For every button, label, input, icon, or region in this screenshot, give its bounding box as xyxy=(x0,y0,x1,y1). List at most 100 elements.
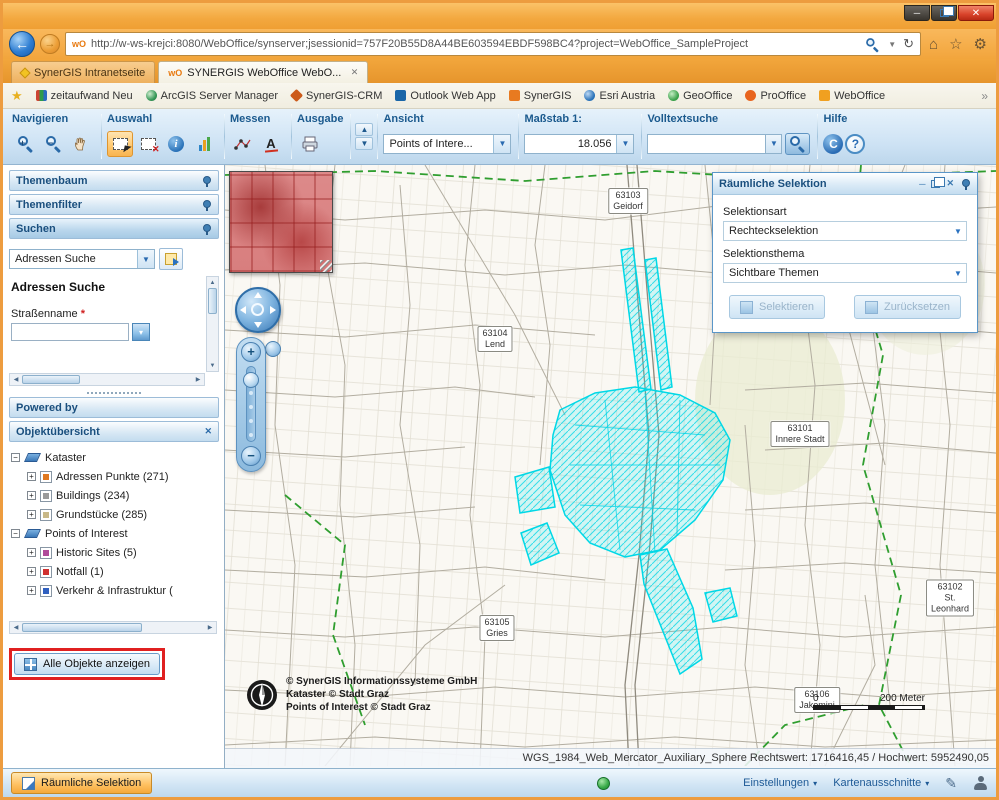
chevron-down-icon[interactable]: ▼ xyxy=(137,250,154,268)
form-vertical-scrollbar[interactable]: ▲ ▼ xyxy=(206,276,219,372)
overflow-chevron-icon[interactable]: » xyxy=(981,89,988,103)
chevron-down-icon[interactable]: ▼ xyxy=(493,135,510,153)
expand-icon[interactable]: + xyxy=(27,472,36,481)
tree-item-verkehr-infrastruktur[interactable]: + Verkehr & Infrastruktur ( xyxy=(11,581,219,600)
add-favorite-icon[interactable]: ★ xyxy=(11,88,23,104)
zoom-in-button[interactable]: + xyxy=(241,342,261,362)
restore-icon[interactable] xyxy=(931,180,940,188)
print-button[interactable] xyxy=(297,131,323,157)
scroll-left-icon[interactable]: ◀ xyxy=(10,374,22,385)
zoom-box-button[interactable] xyxy=(265,341,281,357)
address-field[interactable]: wO http://w-ws-krejci:8080/WebOffice/syn… xyxy=(65,32,921,56)
pan-south-icon[interactable] xyxy=(254,322,262,328)
browser-forward-button[interactable]: → xyxy=(40,34,60,54)
scroll-left-icon[interactable]: ◀ xyxy=(10,622,22,633)
search-button[interactable] xyxy=(785,133,810,155)
home-icon[interactable]: ⌂ xyxy=(929,36,938,53)
favorites-star-icon[interactable]: ☆ xyxy=(949,35,962,53)
zuruecksetzen-button[interactable]: Zurücksetzen xyxy=(854,295,961,319)
massstab-dropdown[interactable]: 18.056 ▼ xyxy=(524,134,634,154)
close-icon[interactable]: ✕ xyxy=(204,426,212,437)
tab-synergis-weboffice[interactable]: wO SYNERGIS WebOffice WebO... ✕ xyxy=(158,61,368,83)
task-raeumliche-selektion[interactable]: Räumliche Selektion xyxy=(11,772,152,794)
overview-map[interactable] xyxy=(229,171,333,273)
statistics-button[interactable] xyxy=(191,131,217,157)
expand-icon[interactable]: + xyxy=(27,586,36,595)
window-maximize-button[interactable] xyxy=(931,5,957,21)
selektieren-button[interactable]: Selektieren xyxy=(729,295,825,319)
pin-icon[interactable] xyxy=(201,175,212,187)
settings-gear-icon[interactable]: ⚙ xyxy=(974,35,987,53)
user-icon[interactable] xyxy=(973,776,988,791)
help-button[interactable]: ? xyxy=(845,134,865,154)
collapse-icon[interactable]: − xyxy=(11,529,20,538)
identify-button[interactable]: i xyxy=(163,131,189,157)
pan-north-icon[interactable] xyxy=(254,292,262,298)
show-all-objects-button[interactable]: Alle Objekte anzeigen xyxy=(14,653,160,675)
refresh-icon[interactable]: ↻ xyxy=(903,36,914,52)
tree-horizontal-scrollbar[interactable]: ◀ ▶ xyxy=(9,621,217,634)
tree-item-adressen-punkte[interactable]: + Adressen Punkte (271) xyxy=(11,467,219,486)
window-minimize-button[interactable]: ─ xyxy=(904,5,930,21)
selektionsthema-dropdown[interactable]: Sichtbare Themen ▼ xyxy=(723,263,967,283)
pan-east-icon[interactable] xyxy=(270,306,276,314)
rectangle-select-button[interactable] xyxy=(107,131,133,157)
tab-close-icon[interactable]: ✕ xyxy=(351,67,359,78)
ansicht-dropdown[interactable]: Points of Intere... ▼ xyxy=(383,134,511,154)
panel-themenbaum[interactable]: Themenbaum xyxy=(9,170,219,191)
add-label-button[interactable]: A xyxy=(258,131,284,157)
expand-icon[interactable]: + xyxy=(27,567,36,576)
kartenausschnitte-menu[interactable]: Kartenausschnitte ▾ xyxy=(833,777,929,789)
panel-powered-by[interactable]: Powered by xyxy=(9,397,219,418)
search-type-dropdown[interactable]: Adressen Suche ▼ xyxy=(9,249,155,269)
expand-icon[interactable]: + xyxy=(27,548,36,557)
url-text[interactable]: http://w-ws-krejci:8080/WebOffice/synser… xyxy=(91,38,859,50)
context-help-button[interactable]: C xyxy=(823,134,843,154)
form-horizontal-scrollbar[interactable]: ◀ ▶ xyxy=(9,373,205,386)
expand-icon[interactable]: + xyxy=(27,510,36,519)
fulltext-search-input[interactable] xyxy=(647,134,765,154)
einstellungen-menu[interactable]: Einstellungen ▾ xyxy=(743,777,817,789)
autocomplete-dropdown-icon[interactable]: ▼ xyxy=(888,40,896,49)
street-name-input[interactable] xyxy=(11,323,129,341)
tree-item-points-of-interest[interactable]: − Points of Interest xyxy=(11,524,219,543)
splitter-handle[interactable] xyxy=(9,388,219,397)
tab-synergis-intranetseite[interactable]: SynerGIS Intranetseite xyxy=(11,61,155,83)
collapse-icon[interactable]: − xyxy=(11,453,20,462)
pin-icon[interactable] xyxy=(201,223,212,235)
tree-item-historic-sites[interactable]: + Historic Sites (5) xyxy=(11,543,219,562)
scroll-right-icon[interactable]: ▶ xyxy=(192,374,204,385)
favorite-link-synergis[interactable]: SynerGIS xyxy=(509,90,572,102)
zoom-in-button[interactable]: + xyxy=(12,131,38,157)
window-close-button[interactable]: ✕ xyxy=(958,5,994,21)
map-viewport[interactable]: 63103Geidorf 63104Lend 63101Innere Stadt… xyxy=(225,165,996,768)
tree-item-notfall[interactable]: + Notfall (1) xyxy=(11,562,219,581)
minimize-icon[interactable]: ─ xyxy=(919,179,925,189)
favorite-link-synergis-crm[interactable]: SynerGIS-CRM xyxy=(291,90,382,102)
measure-distance-button[interactable] xyxy=(230,131,256,157)
zoom-handle[interactable] xyxy=(243,372,259,388)
pan-center-icon[interactable] xyxy=(251,303,264,316)
pan-tool-button[interactable] xyxy=(68,131,94,157)
resize-grip-icon[interactable] xyxy=(320,260,332,272)
panel-suchen[interactable]: Suchen xyxy=(9,218,219,239)
panel-header[interactable]: Räumliche Selektion ─ ✕ xyxy=(713,173,977,195)
favorite-link-geooffice[interactable]: GeoOffice xyxy=(668,90,732,102)
pan-control[interactable] xyxy=(235,287,281,333)
tree-item-grundstuecke[interactable]: + Grundstücke (285) xyxy=(11,505,219,524)
tree-item-kataster[interactable]: − Kataster xyxy=(11,448,219,467)
chevron-down-icon[interactable]: ▼ xyxy=(765,134,782,154)
scroll-thumb[interactable] xyxy=(22,623,142,632)
scroll-up-icon[interactable]: ▲ xyxy=(207,277,218,288)
search-icon[interactable] xyxy=(865,37,879,51)
scroll-right-icon[interactable]: ▶ xyxy=(204,622,216,633)
zoom-out-button[interactable]: − xyxy=(40,131,66,157)
panel-themenfilter[interactable]: Themenfilter xyxy=(9,194,219,215)
street-picker-button[interactable]: ▾ xyxy=(132,323,150,341)
favorite-link-esri-austria[interactable]: Esri Austria xyxy=(584,90,655,102)
pan-west-icon[interactable] xyxy=(240,306,246,314)
scroll-thumb[interactable] xyxy=(22,375,80,384)
favorite-link-outlook-web-app[interactable]: Outlook Web App xyxy=(395,90,495,102)
scroll-thumb[interactable] xyxy=(208,288,217,314)
favorite-link-prooffice[interactable]: ProOffice xyxy=(745,90,806,102)
